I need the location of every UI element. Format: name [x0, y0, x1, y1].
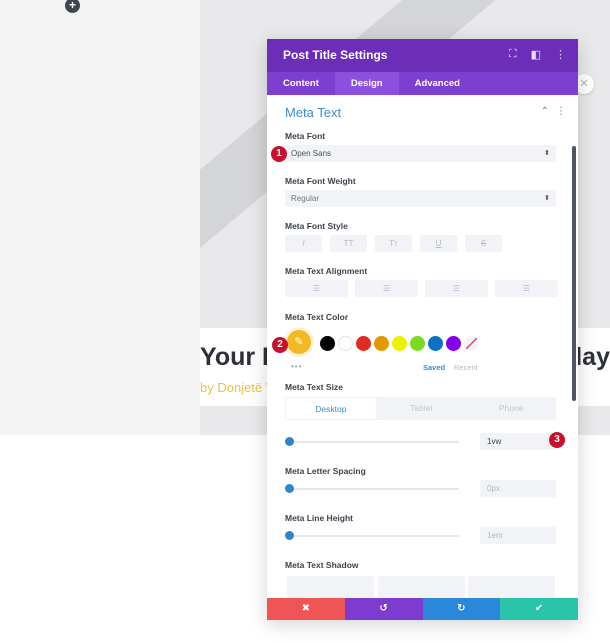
post-title-text-end: lay — [575, 343, 610, 371]
plus-icon: + — [68, 0, 76, 12]
align-right-icon: ☰ — [452, 284, 461, 293]
scrollbar[interactable] — [572, 146, 576, 401]
tab-design[interactable]: Design — [334, 72, 399, 95]
uppercase-icon: TT — [343, 239, 354, 248]
eyedropper-icon: ✎ — [294, 336, 304, 348]
chevron-up-icon[interactable]: ⌃ — [541, 106, 549, 117]
meta-line-height-slider-handle[interactable] — [285, 531, 294, 540]
swatch-black[interactable] — [320, 336, 335, 351]
settings-modal: Post Title Settings ⛶ ◧ ⋮ Content Design… — [267, 39, 578, 620]
more-colors-button[interactable]: ••• — [291, 362, 302, 371]
meta-letter-spacing-slider[interactable] — [289, 488, 459, 490]
sidebar-icon[interactable]: ◧ — [531, 48, 541, 61]
italic-icon: I — [302, 239, 305, 248]
swatch-orange[interactable] — [374, 336, 389, 351]
align-right-button[interactable]: ☰ — [425, 280, 488, 297]
modal-footer: ✖ ↺ ↻ ✔ — [267, 598, 578, 620]
underline-button[interactable]: U — [420, 235, 457, 252]
cancel-button[interactable]: ✖ — [267, 598, 345, 620]
meta-line-height-input[interactable]: 1em — [480, 527, 556, 544]
meta-text-size-slider-handle[interactable] — [285, 437, 294, 446]
text-shadow-preset-2[interactable] — [468, 576, 555, 598]
device-tab-tablet[interactable]: Tablet — [377, 397, 467, 420]
meta-letter-spacing-label: Meta Letter Spacing — [285, 466, 366, 476]
swatch-blue[interactable] — [428, 336, 443, 351]
strikethrough-icon: S — [480, 239, 487, 248]
tab-advanced[interactable]: Advanced — [399, 72, 476, 95]
align-center-icon: ☰ — [382, 284, 391, 293]
swatch-green[interactable] — [410, 336, 425, 351]
meta-font-weight-select[interactable]: Regular ⬍ — [285, 190, 556, 207]
capitalize-button[interactable]: Tт — [375, 235, 412, 252]
swatch-purple[interactable] — [446, 336, 461, 351]
meta-font-label: Meta Font — [285, 131, 326, 141]
undo-button[interactable]: ↺ — [344, 598, 423, 620]
meta-text-color-label: Meta Text Color — [285, 312, 349, 322]
meta-line-height-label: Meta Line Height — [285, 513, 354, 523]
text-shadow-preset-1[interactable] — [378, 576, 465, 598]
more-vertical-icon[interactable]: ⋮ — [555, 48, 566, 61]
check-icon: ✔ — [534, 603, 544, 614]
italic-button[interactable]: I — [285, 235, 322, 252]
section-more-icon[interactable]: ⋮ — [556, 106, 566, 117]
meta-text-alignment-label: Meta Text Alignment — [285, 266, 368, 276]
color-picker-button[interactable]: ✎ — [287, 330, 311, 354]
close-icon: ✖ — [301, 603, 311, 614]
color-swatches: ✎ — [285, 330, 565, 355]
select-arrows-icon: ⬍ — [544, 195, 550, 202]
swatch-white[interactable] — [338, 336, 353, 351]
align-left-icon: ☰ — [312, 284, 321, 293]
underline-icon: U — [435, 239, 442, 248]
align-left-button[interactable]: ☰ — [285, 280, 348, 297]
section-title[interactable]: Meta Text — [285, 105, 341, 120]
tab-content[interactable]: Content — [267, 72, 335, 95]
saved-colors-tab[interactable]: Saved — [423, 363, 445, 372]
meta-font-style-label: Meta Font Style — [285, 221, 348, 231]
modal-header: Post Title Settings ⛶ ◧ ⋮ — [267, 39, 578, 72]
device-tab-desktop[interactable]: Desktop — [285, 397, 377, 420]
save-button[interactable]: ✔ — [500, 598, 578, 620]
post-meta-text: by Donjetë V — [200, 380, 275, 395]
redo-icon: ↻ — [457, 603, 466, 614]
meta-text-shadow-label: Meta Text Shadow — [285, 560, 359, 570]
swatch-clear[interactable] — [464, 336, 479, 351]
capitalize-icon: Tт — [389, 239, 398, 248]
fullscreen-icon[interactable]: ⛶ — [509, 48, 517, 61]
align-justify-button[interactable]: ☰ — [495, 280, 558, 297]
align-center-button[interactable]: ☰ — [355, 280, 418, 297]
uppercase-button[interactable]: TT — [330, 235, 367, 252]
meta-text-size-input[interactable]: 1vw — [480, 433, 556, 450]
undo-icon: ↺ — [379, 603, 388, 614]
annotation-badge-3: 3 — [549, 432, 565, 448]
meta-letter-spacing-input[interactable]: 0px — [480, 480, 556, 497]
modal-tabs: Content Design Advanced — [267, 72, 578, 95]
meta-font-weight-label: Meta Font Weight — [285, 176, 356, 186]
redo-button[interactable]: ↻ — [422, 598, 501, 620]
annotation-badge-1: 1 — [271, 146, 287, 162]
swatch-yellow[interactable] — [392, 336, 407, 351]
device-tab-phone[interactable]: Phone — [466, 397, 556, 420]
modal-content: Meta Text ⌃ ⋮ Meta Font Open Sans ⬍ Meta… — [267, 95, 578, 598]
align-justify-icon: ☰ — [522, 284, 531, 293]
meta-font-value: Open Sans — [291, 149, 332, 158]
close-icon: ✕ — [579, 78, 589, 90]
meta-line-height-slider[interactable] — [289, 535, 459, 537]
text-shadow-none-option[interactable] — [287, 576, 374, 598]
meta-text-size-slider[interactable] — [289, 441, 459, 443]
page-background-left — [0, 0, 200, 435]
modal-title: Post Title Settings — [283, 48, 388, 62]
meta-text-size-label: Meta Text Size — [285, 382, 343, 392]
meta-font-weight-value: Regular — [291, 194, 320, 203]
recent-colors-tab[interactable]: Recent — [454, 363, 478, 372]
swatch-red[interactable] — [356, 336, 371, 351]
select-arrows-icon: ⬍ — [544, 150, 550, 157]
annotation-badge-2: 2 — [272, 337, 288, 353]
device-tabs: Desktop Tablet Phone — [285, 397, 556, 420]
meta-letter-spacing-slider-handle[interactable] — [285, 484, 294, 493]
strikethrough-button[interactable]: S — [465, 235, 502, 252]
meta-font-select[interactable]: Open Sans ⬍ — [285, 145, 556, 162]
